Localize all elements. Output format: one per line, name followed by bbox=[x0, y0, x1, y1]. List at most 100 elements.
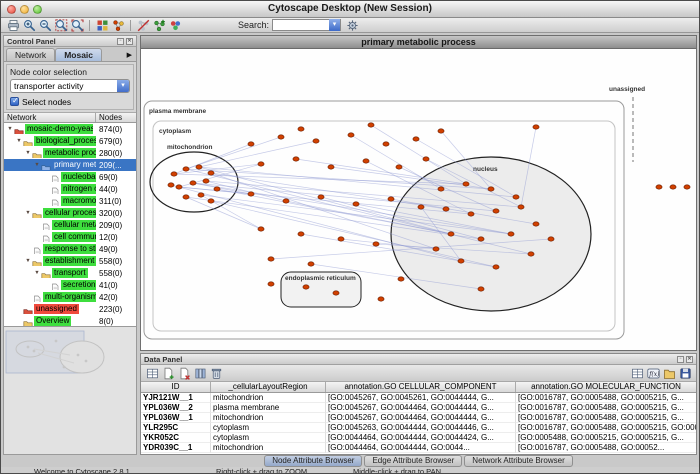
graph-node[interactable] bbox=[283, 199, 289, 203]
tree-row[interactable]: ▼mosaic-demo-yeast874(0) bbox=[4, 123, 136, 135]
network-view-titlebar[interactable]: primary metabolic process bbox=[141, 36, 696, 49]
graph-node[interactable] bbox=[468, 212, 474, 216]
expander-icon[interactable]: ▼ bbox=[15, 138, 23, 144]
tree-row[interactable]: macromolecule...311(0) bbox=[4, 195, 136, 207]
zoom-window-button[interactable] bbox=[33, 5, 42, 14]
graph-node[interactable] bbox=[183, 195, 189, 199]
graph-node[interactable] bbox=[198, 193, 204, 197]
graph-node[interactable] bbox=[208, 199, 214, 203]
zoom-fit-icon[interactable] bbox=[71, 19, 84, 32]
expander-icon[interactable]: ▼ bbox=[24, 150, 32, 156]
first-neighbors-icon[interactable] bbox=[112, 19, 125, 32]
tab-network[interactable]: Network bbox=[6, 48, 55, 61]
column-header[interactable]: annotation.GO CELLULAR_COMPONENT bbox=[326, 382, 516, 392]
graph-node[interactable] bbox=[328, 165, 334, 169]
graph-node[interactable] bbox=[368, 123, 374, 127]
trash-icon[interactable] bbox=[210, 367, 223, 380]
graph-node[interactable] bbox=[458, 259, 464, 263]
graph-node[interactable] bbox=[508, 232, 514, 236]
graph-node[interactable] bbox=[463, 182, 469, 186]
graph-node[interactable] bbox=[168, 183, 174, 187]
table-row[interactable]: YLR295Ccytoplasm[GO:0045263, GO:0044444,… bbox=[141, 423, 696, 433]
graph-node[interactable] bbox=[190, 181, 196, 185]
tab-network-attribute-browser[interactable]: Network Attribute Browser bbox=[464, 455, 572, 467]
graph-node[interactable] bbox=[196, 165, 202, 169]
folder-icon[interactable] bbox=[663, 367, 676, 380]
tree-row[interactable]: Overview8(0) bbox=[4, 315, 136, 327]
graph-node[interactable] bbox=[493, 209, 499, 213]
graph-node[interactable] bbox=[493, 265, 499, 269]
graph-node[interactable] bbox=[338, 237, 344, 241]
create-attribute-icon[interactable] bbox=[162, 367, 175, 380]
column-header[interactable]: _cellularLayoutRegion bbox=[211, 382, 326, 392]
graph-node[interactable] bbox=[308, 262, 314, 266]
float-panel-icon[interactable]: ▫ bbox=[677, 356, 684, 363]
graph-node[interactable] bbox=[248, 192, 254, 196]
search-config-icon[interactable] bbox=[346, 19, 359, 32]
tree-row[interactable]: response to stimul...49(0) bbox=[4, 243, 136, 255]
tree-row[interactable]: ▼biological_process679(0) bbox=[4, 135, 136, 147]
tree-header-nodes[interactable]: Nodes bbox=[96, 113, 136, 122]
expander-icon[interactable]: ▼ bbox=[24, 258, 32, 264]
tree-row[interactable]: nitrogen compo...44(0) bbox=[4, 183, 136, 195]
tree-row[interactable]: cellular metabo...209(0) bbox=[4, 219, 136, 231]
graph-node[interactable] bbox=[396, 165, 402, 169]
zoom-out-icon[interactable] bbox=[39, 19, 52, 32]
birds-eye-view[interactable] bbox=[4, 327, 136, 454]
graph-node[interactable] bbox=[438, 129, 444, 133]
graph-node[interactable] bbox=[363, 159, 369, 163]
graph-node[interactable] bbox=[278, 135, 284, 139]
graph-node[interactable] bbox=[268, 282, 274, 286]
graph-node[interactable] bbox=[533, 125, 539, 129]
table-row[interactable]: YJR121W__1mitochondrion[GO:0045267, GO:0… bbox=[141, 393, 696, 403]
column-header[interactable]: ID bbox=[141, 382, 211, 392]
close-panel-icon[interactable]: ✕ bbox=[686, 356, 693, 363]
graph-node[interactable] bbox=[398, 277, 404, 281]
tree-row[interactable]: secretion41(0) bbox=[4, 279, 136, 291]
graph-node[interactable] bbox=[488, 187, 494, 191]
column-header[interactable]: annotation.GO MOLECULAR_FUNCTION bbox=[516, 382, 696, 392]
search-input[interactable] bbox=[273, 20, 329, 30]
graph-node[interactable] bbox=[171, 172, 177, 176]
table-row[interactable]: YPL036W__2plasma membrane[GO:0045267, GO… bbox=[141, 403, 696, 413]
minimize-window-button[interactable] bbox=[20, 5, 29, 14]
graph-node[interactable] bbox=[388, 197, 394, 201]
graph-node[interactable] bbox=[298, 232, 304, 236]
tab-edge-attribute-browser[interactable]: Edge Attribute Browser bbox=[364, 455, 462, 467]
graph-node[interactable] bbox=[214, 187, 220, 191]
graph-node[interactable] bbox=[373, 242, 379, 246]
graph-node[interactable] bbox=[443, 207, 449, 211]
hide-selected-icon[interactable] bbox=[137, 19, 150, 32]
graph-node[interactable] bbox=[383, 142, 389, 146]
fx-icon[interactable]: f(x) bbox=[647, 367, 660, 380]
graph-node[interactable] bbox=[313, 139, 319, 143]
graph-node[interactable] bbox=[478, 237, 484, 241]
graph-node[interactable] bbox=[478, 287, 484, 291]
graph-node[interactable] bbox=[258, 162, 264, 166]
expander-icon[interactable]: ▼ bbox=[33, 162, 41, 168]
close-window-button[interactable] bbox=[7, 5, 16, 14]
tree-row[interactable]: unassigned223(0) bbox=[4, 303, 136, 315]
graph-node[interactable] bbox=[353, 202, 359, 206]
grid-icon[interactable] bbox=[631, 367, 644, 380]
window-titlebar[interactable]: Cytoscape Desktop (New Session) bbox=[1, 1, 699, 18]
column-icon[interactable] bbox=[194, 367, 207, 380]
tree-row[interactable]: cell communica...12(0) bbox=[4, 231, 136, 243]
graph-node[interactable] bbox=[248, 142, 254, 146]
print-icon[interactable] bbox=[7, 19, 20, 32]
node-color-combobox[interactable]: transporter activity ▾ bbox=[10, 79, 130, 93]
table-row[interactable]: YKR052Ccytoplasm[GO:0044464, GO:0044444,… bbox=[141, 433, 696, 443]
graph-node[interactable] bbox=[268, 257, 274, 261]
graph-node[interactable] bbox=[203, 179, 209, 183]
graph-node[interactable] bbox=[298, 127, 304, 131]
vizmapper-icon[interactable] bbox=[169, 19, 182, 32]
tree-row[interactable]: multi-organism pro...42(0) bbox=[4, 291, 136, 303]
graph-node[interactable] bbox=[448, 232, 454, 236]
tree-row[interactable]: ▼establishment of l...558(0) bbox=[4, 255, 136, 267]
tree-row[interactable]: ▼primary metabo...209(... bbox=[4, 159, 136, 171]
tab-mosaic[interactable]: Mosaic bbox=[55, 48, 102, 61]
expander-icon[interactable]: ▼ bbox=[33, 270, 41, 276]
graph-node[interactable] bbox=[438, 187, 444, 191]
graph-node[interactable] bbox=[183, 167, 189, 171]
expander-icon[interactable]: ▼ bbox=[6, 126, 14, 132]
